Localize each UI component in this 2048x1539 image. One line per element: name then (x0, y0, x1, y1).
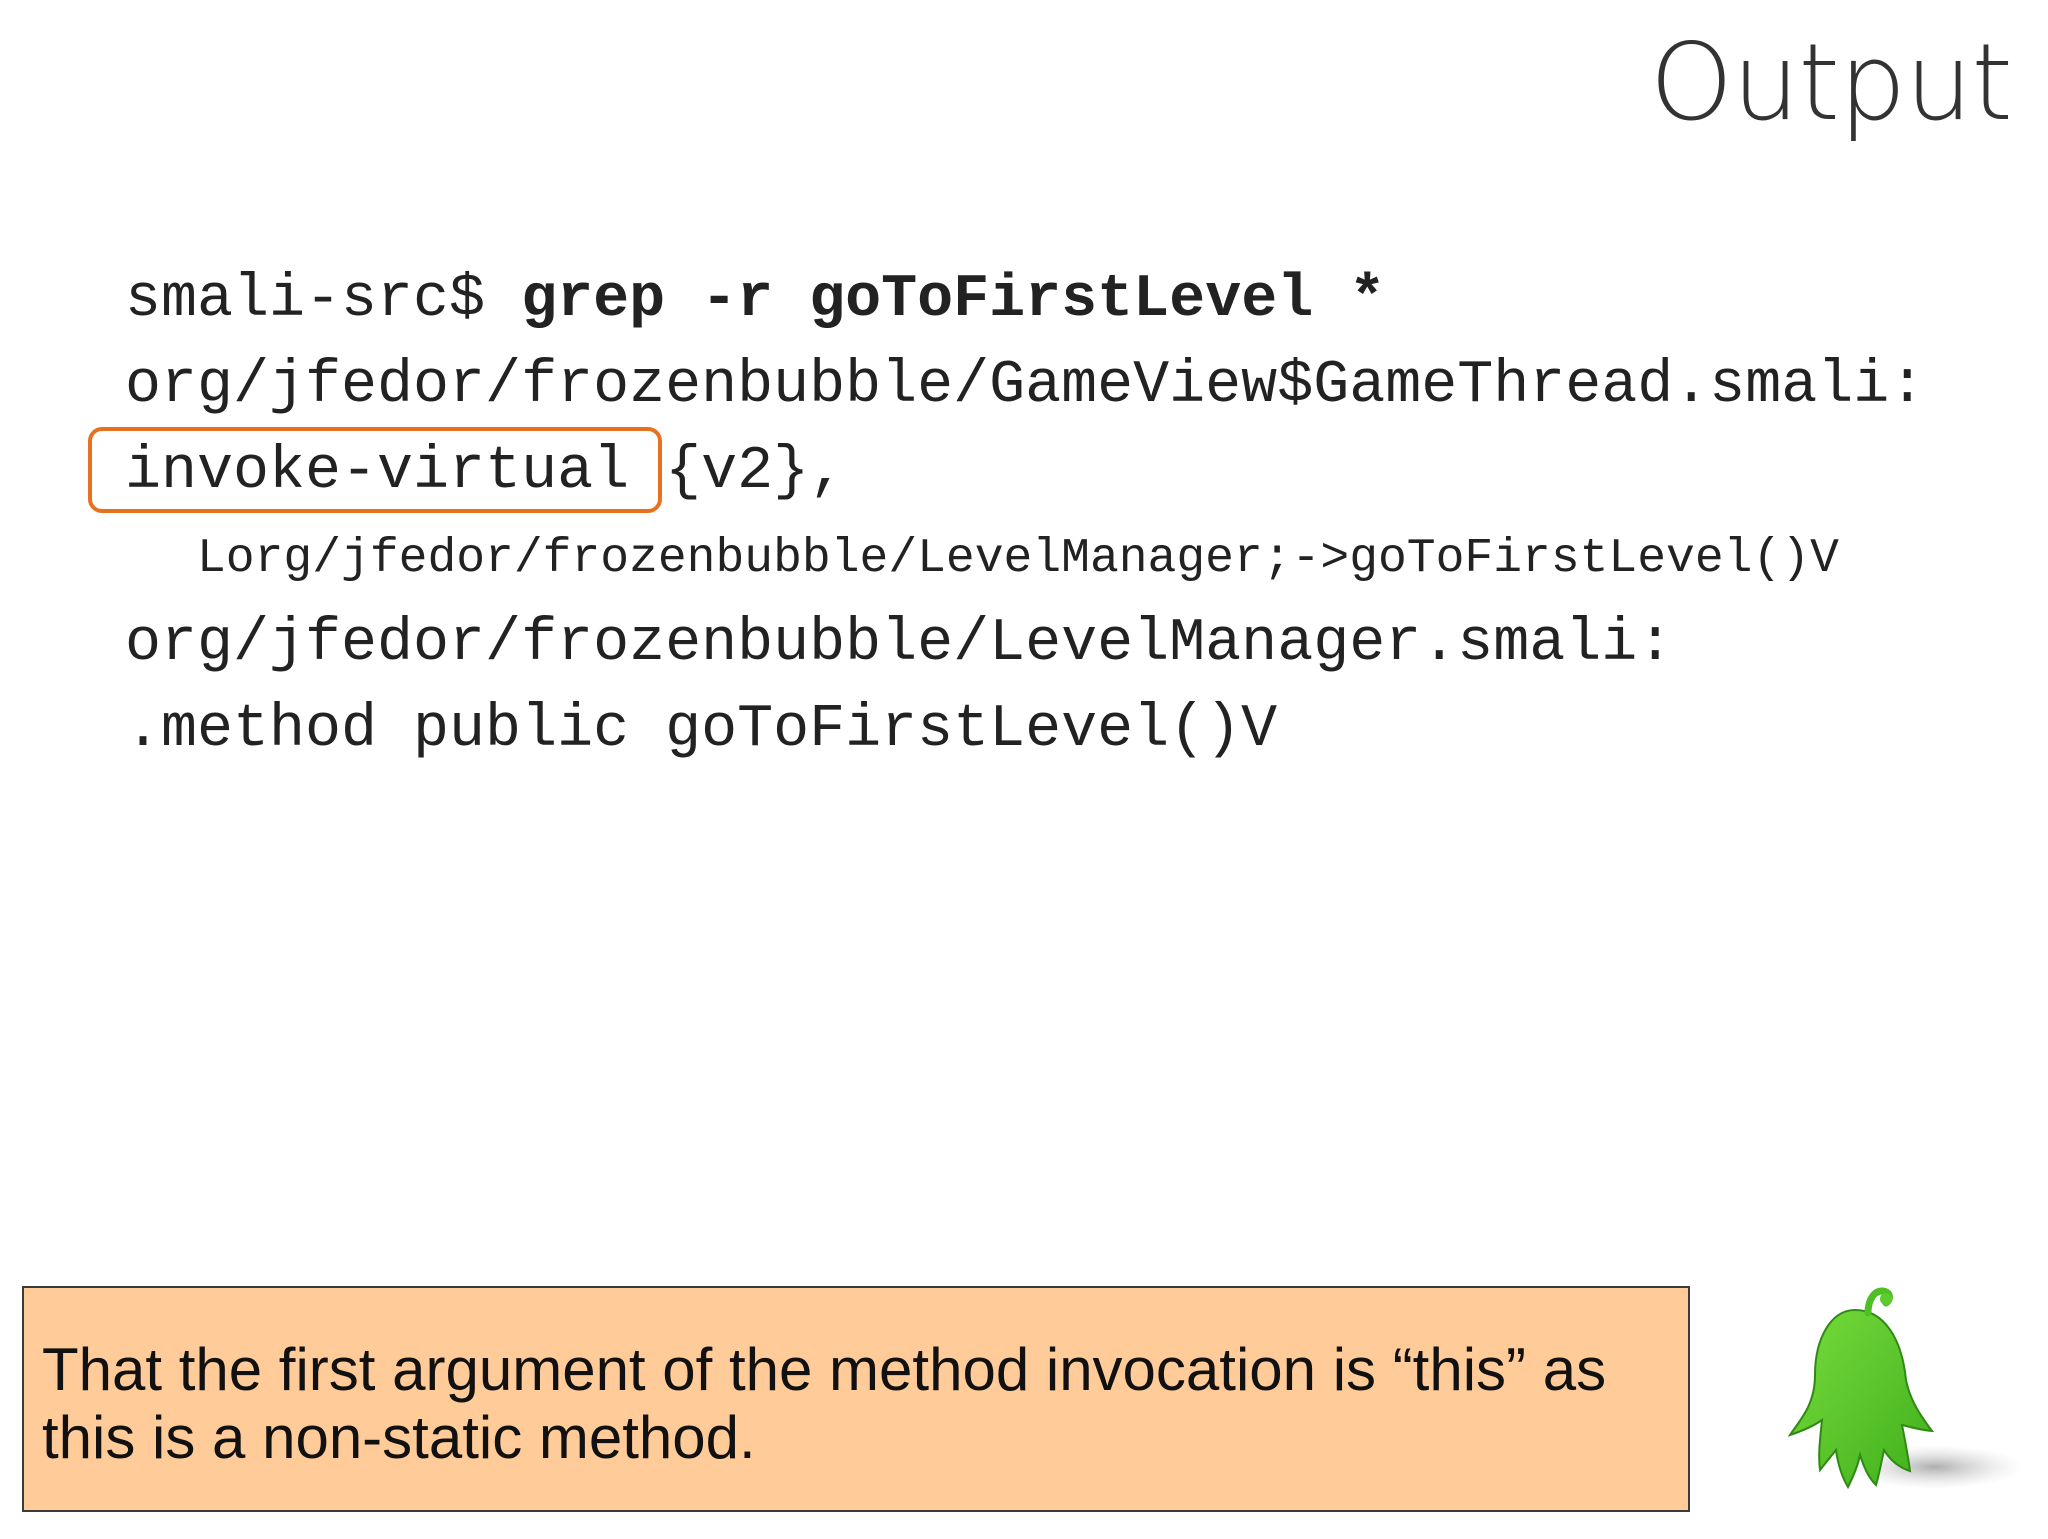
callout-box: That the first argument of the method in… (22, 1286, 1690, 1512)
grep-wildcard: * (1313, 266, 1386, 334)
callout-text-line-1: That the first argument of the method in… (42, 1336, 1607, 1403)
invoke-virtual-highlight-box (88, 427, 662, 513)
grep-command: grep -r goToFirstLevel (521, 266, 1314, 334)
code-line-levelmanager-file: org/jfedor/frozenbubble/LevelManager.sma… (125, 610, 1674, 678)
slide-title: Output (1649, 21, 2013, 144)
code-line-method-decl: .method public goToFirstLevel()V (125, 696, 1278, 764)
green-ghost-mascot-icon (1760, 1255, 2040, 1535)
code-line-method-ref: Lorg/jfedor/frozenbubble/LevelManager;->… (197, 532, 1839, 586)
code-line-command: smali-src$ grep -r goToFirstLevel * (125, 270, 1385, 330)
callout-text: That the first argument of the method in… (42, 1336, 1670, 1472)
shell-prompt: smali-src$ (125, 266, 522, 334)
code-line-gameview-file: org/jfedor/frozenbubble/GameView$GameThr… (125, 352, 1926, 420)
callout-text-line-2: this is a non-static method. (42, 1404, 756, 1471)
